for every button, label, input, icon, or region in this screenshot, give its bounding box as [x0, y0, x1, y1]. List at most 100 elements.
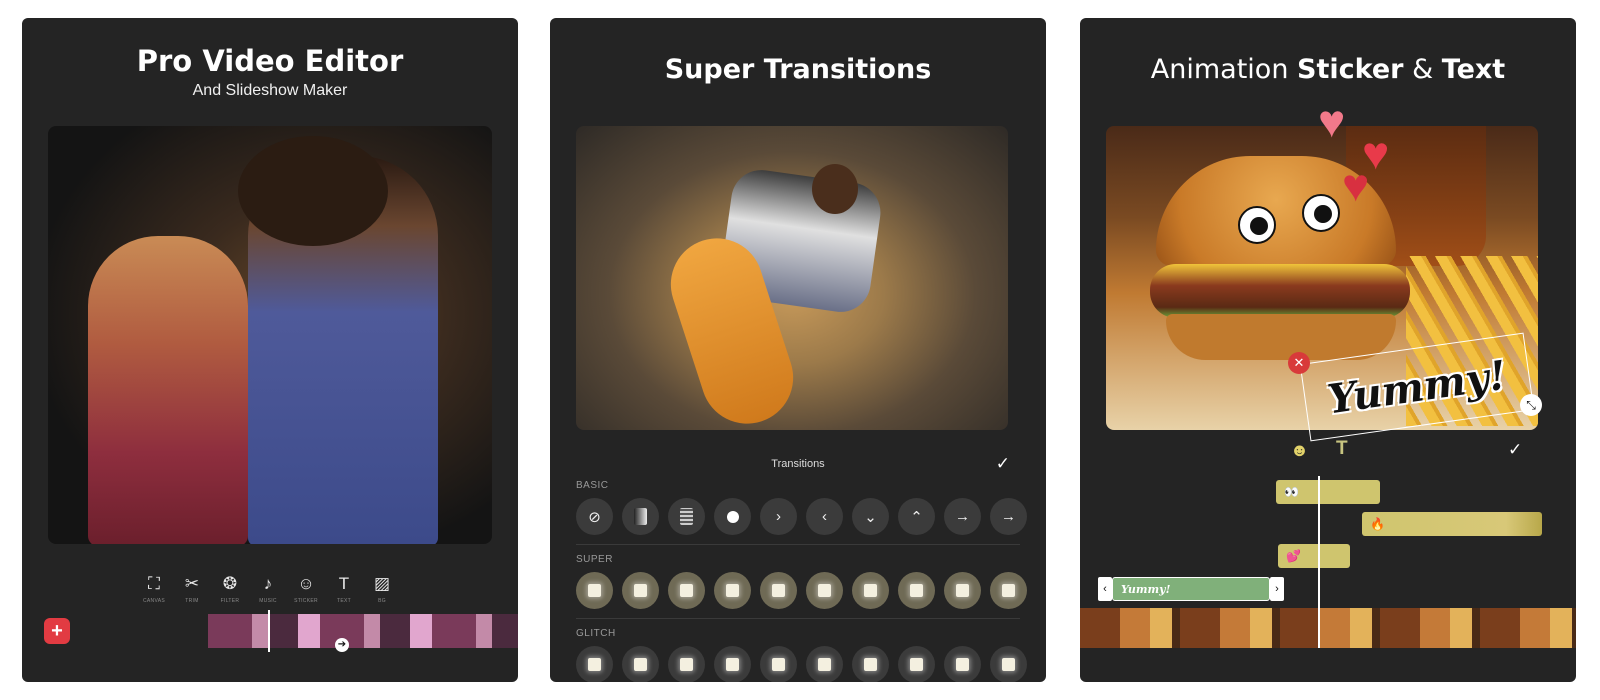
- super-transition-7-button[interactable]: [852, 572, 889, 609]
- burger-patty-image: [1150, 264, 1410, 318]
- super-transition-10-button[interactable]: [990, 572, 1027, 609]
- transition-fade-button[interactable]: [622, 498, 659, 535]
- tool-label: FILTER: [220, 598, 240, 604]
- glitch-icon: [818, 658, 831, 671]
- promo-panel-transitions: Super Transitions Transitions ✓ BASIC ⊘ …: [550, 18, 1046, 682]
- track-handle-left[interactable]: ‹: [1098, 577, 1112, 601]
- confirm-check-icon[interactable]: ✓: [1508, 440, 1522, 460]
- hair-image: [238, 136, 388, 246]
- super-transition-5-button[interactable]: [760, 572, 797, 609]
- filter-icon: ❂: [222, 574, 238, 593]
- transition-slide-right-button[interactable]: ›: [760, 498, 797, 535]
- transition-slide-down-button[interactable]: ⌄: [852, 498, 889, 535]
- video-preview: [576, 126, 1008, 430]
- glitch-icon: [956, 658, 969, 671]
- heart-sticker[interactable]: ♥: [1342, 162, 1369, 208]
- glitch-icon: [772, 658, 785, 671]
- blur-icon: [680, 584, 693, 597]
- cube-icon: [956, 584, 969, 597]
- transition-row-super: [576, 572, 1027, 609]
- transition-circle-button[interactable]: [714, 498, 751, 535]
- glitch-transition-2-button[interactable]: [622, 646, 659, 682]
- zoom-icon: [588, 584, 601, 597]
- circle-icon: [726, 510, 739, 523]
- glitch-transition-9-button[interactable]: [944, 646, 981, 682]
- cube-icon: [1002, 584, 1015, 597]
- super-transition-1-button[interactable]: [576, 572, 613, 609]
- transition-push-right-button[interactable]: →: [944, 498, 981, 535]
- super-transition-8-button[interactable]: [898, 572, 935, 609]
- tool-bg[interactable]: ▨ BG: [366, 574, 398, 618]
- googly-eye-sticker[interactable]: [1238, 206, 1276, 244]
- tool-sticker[interactable]: ☺ STICKER: [290, 574, 322, 618]
- super-transition-4-button[interactable]: [714, 572, 751, 609]
- tool-filter[interactable]: ❂ FILTER: [214, 574, 246, 618]
- super-transition-2-button[interactable]: [622, 572, 659, 609]
- fade-icon: [634, 508, 647, 525]
- scissors-icon: ✂: [184, 574, 200, 593]
- super-transition-3-button[interactable]: [668, 572, 705, 609]
- transitions-header: Transitions: [771, 458, 825, 470]
- emoji-tab-icon[interactable]: ☻: [1290, 440, 1309, 461]
- glitch-icon: [864, 658, 877, 671]
- eye-pupil: [1250, 217, 1268, 235]
- glitch-transition-4-button[interactable]: [714, 646, 751, 682]
- sticker-track-eyes[interactable]: 👀: [1276, 480, 1380, 504]
- resize-sticker-icon[interactable]: ⤡: [1520, 394, 1542, 416]
- googly-eye-sticker[interactable]: [1302, 194, 1340, 232]
- transition-slide-left-button[interactable]: ‹: [806, 498, 843, 535]
- glitch-transition-3-button[interactable]: [668, 646, 705, 682]
- chevron-up-icon: ⌃: [910, 508, 923, 526]
- glitch-icon: [1002, 658, 1015, 671]
- heart-sticker[interactable]: ♥: [1318, 98, 1345, 144]
- glitch-transition-10-button[interactable]: [990, 646, 1027, 682]
- super-transition-9-button[interactable]: [944, 572, 981, 609]
- track-handle-right[interactable]: ›: [1270, 577, 1284, 601]
- tool-canvas[interactable]: ⛶ CANVAS: [138, 574, 170, 618]
- text-tab-icon[interactable]: T: [1336, 438, 1348, 460]
- sticker-icon: ☺: [297, 574, 315, 593]
- tool-label: TRIM: [185, 598, 199, 604]
- crop-icon: ⛶: [148, 574, 160, 593]
- timeline-playhead[interactable]: [268, 610, 270, 652]
- tool-text[interactable]: T TEXT: [328, 574, 360, 618]
- folder-icon: [910, 584, 923, 597]
- glitch-transition-5-button[interactable]: [760, 646, 797, 682]
- burger-bottom-image: [1166, 314, 1396, 360]
- promo-panel-video-editor: Pro Video Editor And Slideshow Maker ⛶ C…: [22, 18, 518, 682]
- zoom-icon: [634, 584, 647, 597]
- shift-icon: [772, 584, 785, 597]
- delete-sticker-icon[interactable]: ✕: [1288, 352, 1310, 374]
- arrow-right-icon: →: [1001, 508, 1016, 525]
- sticker-track-hearts[interactable]: 💕: [1278, 544, 1350, 568]
- sticker-track-fire[interactable]: 🔥: [1362, 512, 1542, 536]
- transition-none-button[interactable]: ⊘: [576, 498, 613, 535]
- text-track-yummy[interactable]: Yummy!: [1112, 577, 1270, 601]
- glitch-icon: [634, 658, 647, 671]
- add-clip-button[interactable]: +: [44, 618, 70, 644]
- glitch-transition-6-button[interactable]: [806, 646, 843, 682]
- folder-icon: [864, 584, 877, 597]
- shift-icon: [818, 584, 831, 597]
- transition-push-right-alt-button[interactable]: →: [990, 498, 1027, 535]
- glitch-transition-8-button[interactable]: [898, 646, 935, 682]
- promo-panel-stickers: Animation Sticker & Text ♥ ♥ ♥ Yummy! ✕ …: [1080, 18, 1576, 682]
- section-divider: [576, 618, 1020, 619]
- confirm-check-icon[interactable]: ✓: [996, 454, 1010, 474]
- transition-row-glitch: [576, 646, 1027, 682]
- glitch-transition-7-button[interactable]: [852, 646, 889, 682]
- glitch-transition-1-button[interactable]: [576, 646, 613, 682]
- timeline-playhead[interactable]: [1318, 476, 1320, 648]
- transition-slide-up-button[interactable]: ⌃: [898, 498, 935, 535]
- tool-trim[interactable]: ✂ TRIM: [176, 574, 208, 618]
- none-icon: ⊘: [588, 508, 601, 526]
- panel-title: Super Transitions: [664, 54, 932, 85]
- transition-dissolve-button[interactable]: [668, 498, 705, 535]
- chevron-down-icon: ⌄: [864, 508, 877, 526]
- title-sticker: Sticker: [1297, 54, 1404, 85]
- tool-label: CANVAS: [143, 598, 165, 604]
- timeline-filmstrip[interactable]: [208, 614, 518, 648]
- transition-arrow-icon[interactable]: ➔: [335, 638, 349, 652]
- super-transition-6-button[interactable]: [806, 572, 843, 609]
- timeline-filmstrip[interactable]: [1080, 608, 1576, 648]
